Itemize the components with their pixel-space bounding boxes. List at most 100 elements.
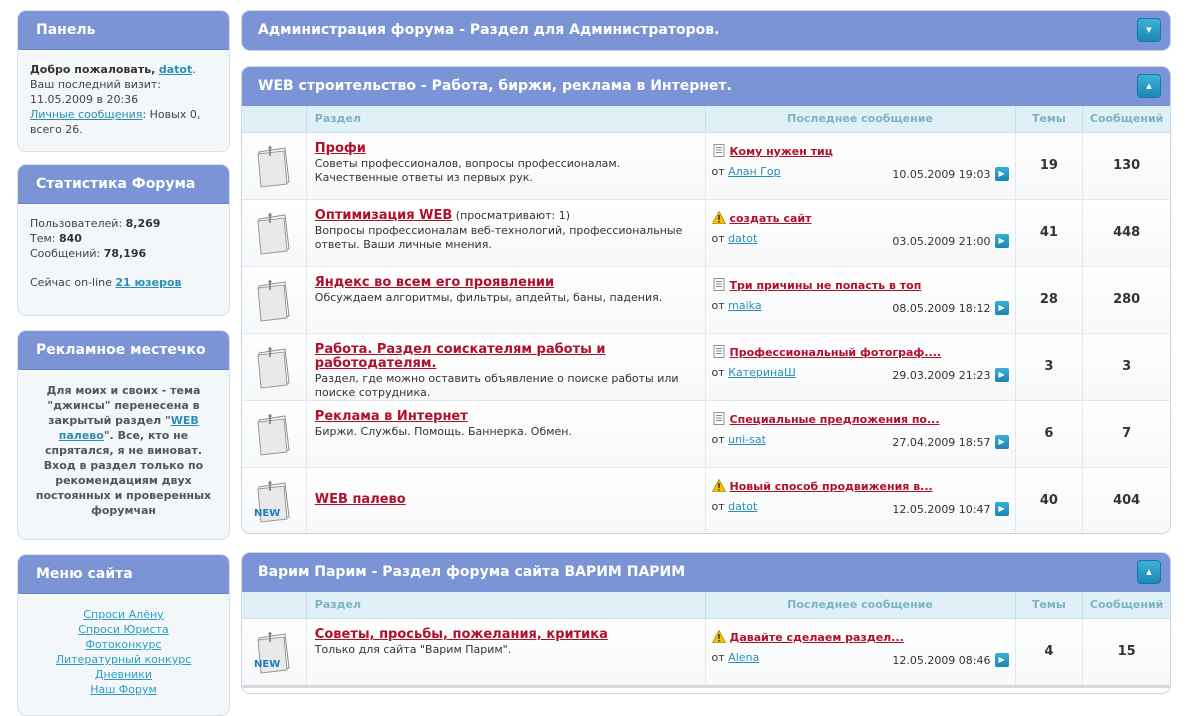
- collapse-up-icon[interactable]: ▲: [1137, 74, 1161, 98]
- last-visit-label: Ваш последний визит:: [30, 78, 161, 91]
- last-post-date: 03.05.2009 21:00: [892, 235, 991, 248]
- go-to-post-icon[interactable]: ▶: [994, 368, 1009, 382]
- category-admin: Администрация форума - Раздел для Админи…: [241, 10, 1171, 51]
- forum-paper-icon: [257, 414, 290, 456]
- forum-posts-count: 15: [1117, 644, 1136, 659]
- topics-count: 840: [59, 232, 82, 245]
- forum-description: Биржи. Службы. Помощь. Баннерка. Обмен.: [314, 425, 572, 438]
- last-post-author-link[interactable]: Алан Гор: [728, 165, 780, 178]
- forum-description: Только для сайта "Варим Парим".: [314, 643, 512, 656]
- forum-title-link[interactable]: Профи: [315, 141, 366, 156]
- go-to-post-icon[interactable]: ▶: [994, 301, 1009, 315]
- doc-icon: [713, 278, 724, 291]
- ads-panel: Рекламное местечко Для моих и своих - те…: [17, 330, 230, 540]
- new-badge: NEW: [254, 508, 281, 519]
- forum-title-link[interactable]: Работа. Раздел соискателям работы и рабо…: [315, 342, 606, 371]
- column-posts: Сообщений: [1089, 112, 1164, 125]
- column-posts: Сообщений: [1089, 598, 1164, 611]
- site-menu-panel: Меню сайта Спроси Алёну Спроси Юриста Фо…: [17, 554, 230, 716]
- menu-item-photo-contest[interactable]: Фотоконкурс: [28, 637, 219, 652]
- last-post-title-link[interactable]: Профессиональный фотограф....: [730, 346, 942, 359]
- last-post-title-link[interactable]: создать сайт: [730, 212, 812, 225]
- last-post-author-link[interactable]: uni-sat: [728, 433, 766, 446]
- site-menu-title: Меню сайта: [18, 555, 229, 594]
- last-post-date: 29.03.2009 21:23: [892, 369, 991, 382]
- go-to-post-icon[interactable]: ▶: [994, 653, 1009, 667]
- forum-title-link[interactable]: Оптимизация WEB: [315, 208, 452, 223]
- forum-description: Вопросы профессионалам веб-технологий, п…: [314, 224, 683, 251]
- collapse-up-icon[interactable]: ▲: [1137, 560, 1161, 584]
- username-link[interactable]: datot: [159, 63, 192, 76]
- forum-posts-count: 130: [1113, 158, 1141, 173]
- welcome-text: Добро пожаловать,: [30, 63, 156, 76]
- user-panel: Панель Пользователя Добро пожаловать, da…: [17, 10, 230, 152]
- last-post-author-link[interactable]: Alena: [728, 651, 759, 664]
- last-post-date: 12.05.2009 08:46: [892, 654, 991, 667]
- forum-posts-count: 280: [1113, 292, 1141, 307]
- menu-item-literary-contest[interactable]: Литературный конкурс: [28, 652, 219, 667]
- column-last-post: Последнее сообщение: [706, 106, 1016, 132]
- online-label: Сейчас on-line: [30, 276, 112, 289]
- forum-topics-count: 6: [1016, 401, 1084, 467]
- doc-icon: [713, 412, 724, 425]
- forum-topics-count: 4: [1016, 619, 1084, 685]
- last-post-date: 10.05.2009 19:03: [892, 168, 991, 181]
- posts-label: Сообщений:: [30, 247, 101, 260]
- forum-row: Профи Советы профессионалов, вопросы про…: [242, 133, 1170, 200]
- forum-row: NEW Советы, просьбы, пожелания, критика …: [242, 619, 1170, 688]
- last-post-author-link[interactable]: КатеринаШ: [728, 366, 796, 379]
- column-last-post: Последнее сообщение: [706, 592, 1016, 618]
- last-post-by-label: от: [711, 651, 725, 664]
- forum-title-link[interactable]: WEB палево: [315, 492, 406, 507]
- expand-down-icon[interactable]: ▼: [1137, 18, 1161, 42]
- forum-posts-count: 3: [1122, 359, 1132, 374]
- topics-label: Тем:: [30, 232, 56, 245]
- forum-topics-count: 40: [1016, 468, 1084, 533]
- category-varim: Варим Парим - Раздел форума сайта ВАРИМ …: [241, 552, 1171, 694]
- go-to-post-icon[interactable]: ▶: [994, 502, 1009, 516]
- forum-topics-count: 3: [1016, 334, 1084, 400]
- ads-title: Рекламное местечко: [18, 331, 229, 370]
- forum-row: Работа. Раздел соискателям работы и рабо…: [242, 334, 1170, 401]
- doc-icon: [713, 345, 724, 358]
- users-count: 8,269: [125, 217, 161, 230]
- last-post-title-link[interactable]: Специальные предложения по...: [730, 413, 940, 426]
- last-post-author-link[interactable]: datot: [728, 232, 757, 245]
- user-panel-title: Панель Пользователя: [18, 11, 229, 76]
- new-badge: NEW: [254, 659, 281, 670]
- category-title: Администрация форума - Раздел для Админи…: [258, 22, 720, 38]
- last-post-title-link[interactable]: Три причины не попасть в топ: [730, 279, 922, 292]
- menu-item-our-forum[interactable]: Наш Форум: [28, 682, 219, 697]
- online-users-link[interactable]: 21 юзеров: [115, 276, 181, 289]
- users-label: Пользователей:: [30, 217, 123, 230]
- last-post-by-label: от: [711, 232, 725, 245]
- go-to-post-icon[interactable]: ▶: [994, 167, 1009, 181]
- last-visit-date: 11.05.2009 в 20:36: [30, 93, 139, 106]
- last-post-date: 27.04.2009 18:57: [892, 436, 991, 449]
- forum-title-link[interactable]: Реклама в Интернет: [315, 409, 468, 424]
- last-post-author-link[interactable]: maika: [728, 299, 761, 312]
- menu-item-ask-lawyer[interactable]: Спроси Юриста: [28, 622, 219, 637]
- go-to-post-icon[interactable]: ▶: [994, 435, 1009, 449]
- last-post-title-link[interactable]: Новый способ продвижения в...: [730, 480, 933, 493]
- category-web: WEB строительство - Работа, биржи, рекла…: [241, 66, 1171, 534]
- last-post-title-link[interactable]: Кому нужен тиц: [730, 145, 833, 158]
- warning-icon: [711, 211, 726, 224]
- last-post-title-link[interactable]: Давайте сделаем раздел...: [730, 631, 904, 644]
- private-messages-link[interactable]: Личные сообщения: [30, 108, 142, 121]
- forum-description: Обсуждаем алгоритмы, фильтры, апдейты, б…: [314, 291, 663, 304]
- doc-icon: [713, 144, 724, 157]
- forum-title-link[interactable]: Советы, просьбы, пожелания, критика: [315, 627, 608, 642]
- last-post-by-label: от: [711, 433, 725, 446]
- category-title: WEB строительство - Работа, биржи, рекла…: [258, 78, 732, 94]
- last-post-by-label: от: [711, 299, 725, 312]
- menu-item-ask-alena[interactable]: Спроси Алёну: [28, 607, 219, 622]
- last-post-date: 12.05.2009 10:47: [892, 503, 991, 516]
- last-post-author-link[interactable]: datot: [728, 500, 757, 513]
- forum-topics-count: 41: [1016, 200, 1084, 266]
- menu-item-diaries[interactable]: Дневники: [28, 667, 219, 682]
- forum-title-link[interactable]: Яндекс во всем его проявлении: [315, 275, 554, 290]
- go-to-post-icon[interactable]: ▶: [994, 234, 1009, 248]
- forum-paper-icon: [257, 213, 290, 255]
- forum-posts-count: 7: [1122, 426, 1132, 441]
